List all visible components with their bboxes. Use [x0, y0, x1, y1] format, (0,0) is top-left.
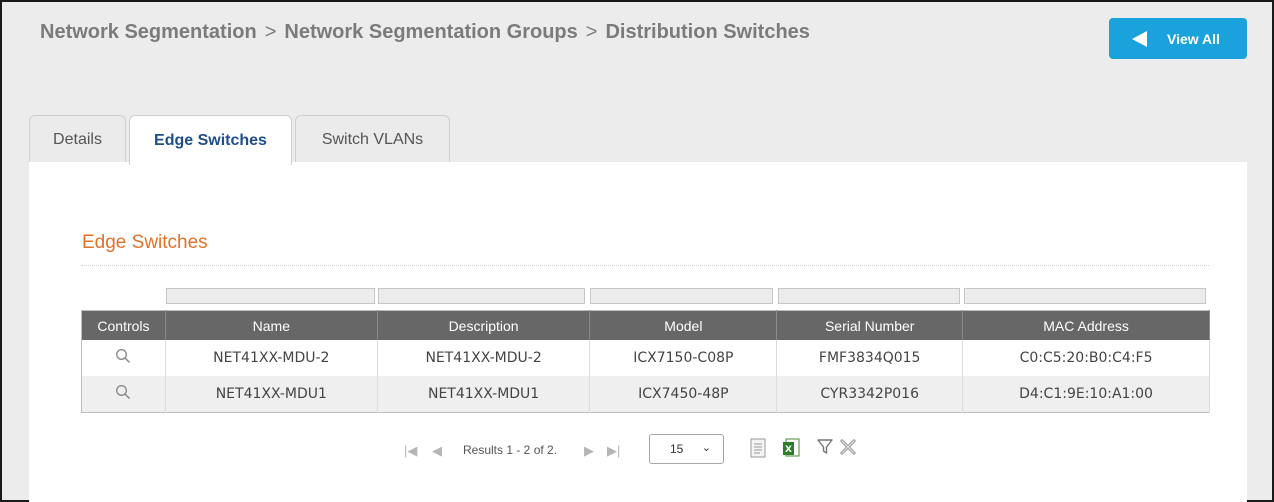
section-title: Edge Switches	[82, 232, 208, 253]
filter-icon[interactable]	[817, 438, 833, 456]
results-count: Results 1 - 2 of 2.	[463, 443, 558, 457]
column-header-name[interactable]: Name	[165, 310, 378, 340]
first-page-icon[interactable]: |◀	[404, 443, 417, 459]
name-cell: NET41XX-MDU1	[165, 376, 378, 413]
previous-page-icon[interactable]: ◀	[432, 443, 442, 459]
svg-text:X: X	[785, 445, 792, 455]
column-header-serial-number[interactable]: Serial Number	[776, 310, 964, 340]
tab-label: Switch VLANs	[321, 130, 424, 148]
breadcrumb-item-network-segmentation[interactable]: Network Segmentation	[40, 21, 257, 43]
clear-filter-icon[interactable]	[839, 438, 857, 456]
breadcrumb-item-groups[interactable]: Network Segmentation Groups	[284, 21, 577, 43]
model-cell: ICX7450-48P	[589, 376, 778, 413]
table-row[interactable]: NET41XX-MDU1 NET41XX-MDU1 ICX7450-48P CY…	[81, 376, 1210, 413]
export-csv-icon[interactable]	[750, 438, 766, 458]
table-row[interactable]: NET41XX-MDU-2 NET41XX-MDU-2 ICX7150-C08P…	[81, 340, 1210, 376]
filter-mac-input[interactable]	[964, 288, 1206, 304]
breadcrumb-item-distribution-switches: Distribution Switches	[605, 21, 810, 43]
search-icon[interactable]	[115, 384, 131, 400]
last-page-icon[interactable]: ▶|	[607, 443, 620, 459]
search-icon[interactable]	[115, 348, 131, 364]
description-cell: NET41XX-MDU-2	[377, 340, 591, 376]
export-excel-icon[interactable]: X	[782, 438, 800, 458]
tab-details[interactable]: Details	[29, 115, 126, 163]
filter-description-input[interactable]	[378, 288, 585, 304]
filter-serial-input[interactable]	[778, 288, 960, 304]
column-header-controls[interactable]: Controls	[81, 310, 166, 340]
view-all-label: View All	[1167, 30, 1220, 47]
app-frame: Network Segmentation > Network Segmentatio…	[0, 0, 1274, 502]
description-cell: NET41XX-MDU1	[377, 376, 591, 413]
controls-cell	[81, 340, 166, 376]
page-size-value: 15	[670, 442, 684, 456]
section-divider	[81, 265, 1209, 266]
pagination-bar: |◀ ◀ Results 1 - 2 of 2. ▶ ▶| 15 ⌄ X	[29, 434, 1247, 464]
tab-label: Details	[53, 130, 102, 148]
filter-model-input[interactable]	[590, 288, 773, 304]
breadcrumb-separator: >	[585, 21, 598, 43]
next-page-icon[interactable]: ▶	[584, 443, 594, 459]
tab-label: Edge Switches	[154, 131, 267, 149]
breadcrumb-separator: >	[264, 21, 277, 43]
column-header-mac-address[interactable]: MAC Address	[962, 310, 1210, 340]
tab-edge-switches[interactable]: Edge Switches	[129, 115, 292, 165]
controls-cell	[81, 376, 166, 413]
serial-number-cell: FMF3834Q015	[776, 340, 964, 376]
back-arrow-icon	[1132, 30, 1147, 47]
chevron-down-icon: ⌄	[701, 442, 711, 454]
filter-name-input[interactable]	[166, 288, 375, 304]
column-header-model[interactable]: Model	[589, 310, 778, 340]
breadcrumb: Network Segmentation > Network Segmentatio…	[40, 21, 810, 44]
table-header-row: Controls Name Description Model Serial N…	[81, 310, 1210, 340]
column-header-description[interactable]: Description	[377, 310, 591, 340]
tab-switch-vlans[interactable]: Switch VLANs	[295, 115, 450, 163]
name-cell: NET41XX-MDU-2	[165, 340, 378, 376]
mac-address-cell: C0:C5:20:B0:C4:F5	[962, 340, 1210, 376]
edge-switches-table: Controls Name Description Model Serial N…	[81, 310, 1210, 413]
page-size-select[interactable]: 15 ⌄	[649, 434, 724, 464]
tab-panel: Edge Switches Controls Name Description …	[29, 162, 1247, 502]
model-cell: ICX7150-C08P	[589, 340, 778, 376]
mac-address-cell: D4:C1:9E:10:A1:00	[962, 376, 1210, 413]
serial-number-cell: CYR3342P016	[776, 376, 964, 413]
view-all-button[interactable]: View All	[1109, 18, 1247, 59]
